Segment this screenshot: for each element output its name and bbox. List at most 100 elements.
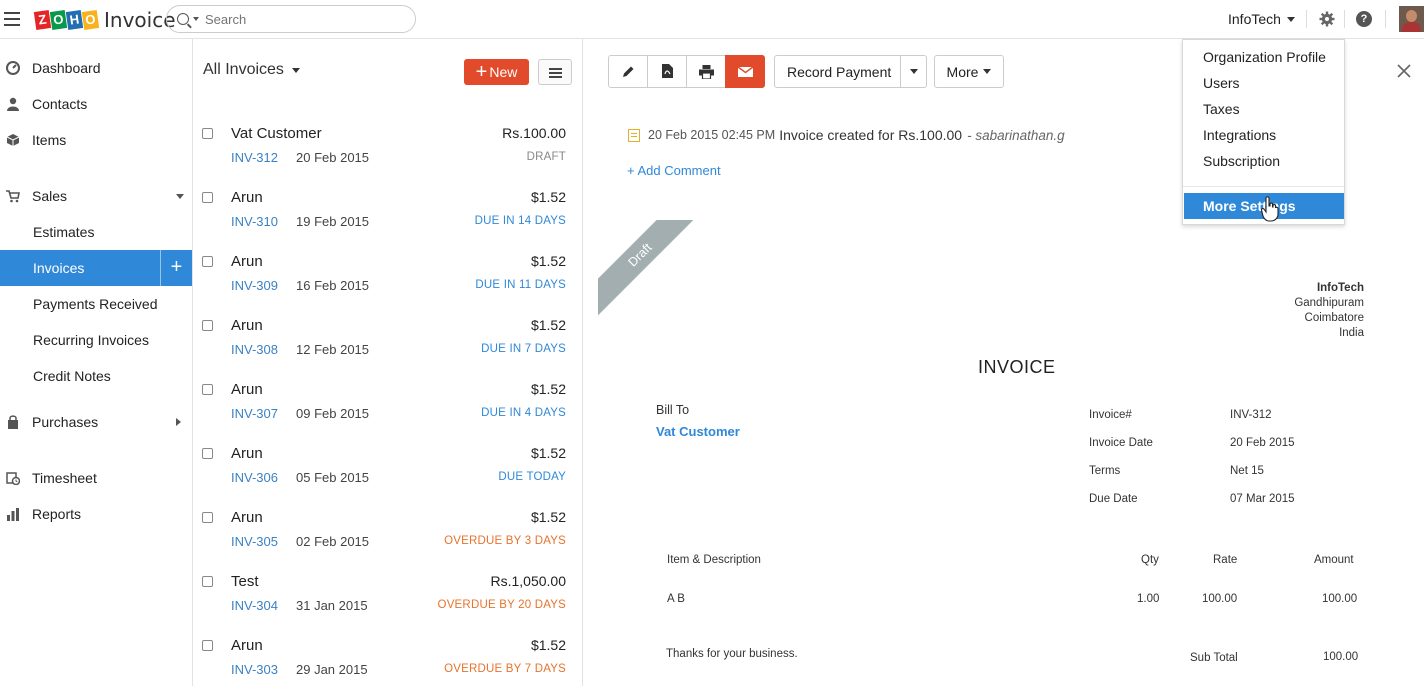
sidebar-item-invoices[interactable]: Invoices + <box>0 250 192 286</box>
gear-icon[interactable] <box>1319 11 1335 27</box>
sidebar-item-dashboard[interactable]: Dashboard <box>0 50 192 86</box>
activity-text: Invoice created for Rs.100.00 <box>779 127 963 143</box>
search-input[interactable] <box>205 11 385 27</box>
row-checkbox[interactable] <box>202 192 213 203</box>
sidebar-item-label: Credit Notes <box>33 368 111 384</box>
customer-name: Arun <box>231 445 263 462</box>
invoice-amount: $1.52 <box>530 317 566 333</box>
table-row[interactable]: Arun INV-305 02 Feb 2015 $1.52 OVERDUE B… <box>193 492 582 556</box>
sidebar-item-reports[interactable]: Reports <box>0 496 192 532</box>
record-payment-button[interactable]: Record Payment <box>774 55 927 88</box>
add-comment-link[interactable]: + Add Comment <box>627 163 721 178</box>
logo-letter: O <box>81 10 100 30</box>
divider <box>1385 10 1386 28</box>
add-invoice-button[interactable]: + <box>160 250 192 286</box>
record-payment-dropdown[interactable] <box>900 56 927 87</box>
chevron-right-icon[interactable] <box>176 418 181 426</box>
search-icon[interactable] <box>177 13 189 25</box>
email-button[interactable] <box>725 55 765 88</box>
customer-name: Arun <box>231 637 263 654</box>
invoice-number-link[interactable]: INV-308 <box>231 342 278 357</box>
customer-name: Test <box>231 573 259 590</box>
invoice-number-link[interactable]: INV-305 <box>231 534 278 549</box>
meta-value: 07 Mar 2015 <box>1230 493 1295 505</box>
sidebar-item-timesheet[interactable]: Timesheet <box>0 460 192 496</box>
sidebar-item-purchases[interactable]: Purchases <box>0 404 192 440</box>
menu-item-integrations[interactable]: Integrations <box>1203 127 1276 143</box>
more-button[interactable]: More <box>934 55 1004 88</box>
activity-user: - sabarinathan.g <box>967 127 1065 143</box>
chevron-down-icon <box>1286 16 1295 22</box>
chevron-down-icon[interactable] <box>193 17 199 21</box>
invoice-number-link[interactable]: INV-304 <box>231 598 278 613</box>
sidebar-item-contacts[interactable]: Contacts <box>0 86 192 122</box>
printer-icon <box>699 65 714 79</box>
invoice-date: 31 Jan 2015 <box>296 598 368 613</box>
table-row[interactable]: Arun INV-309 16 Feb 2015 $1.52 DUE IN 11… <box>193 236 582 300</box>
menu-item-organization-profile[interactable]: Organization Profile <box>1203 49 1326 65</box>
customer-name: Arun <box>231 381 263 398</box>
activity-log-entry: 20 Feb 2015 02:45 PM Invoice created for… <box>628 127 1065 143</box>
sidebar-item-estimates[interactable]: Estimates <box>0 214 192 250</box>
invoice-filter-dropdown[interactable]: All Invoices <box>203 61 300 79</box>
hamburger-menu-icon[interactable] <box>4 12 20 26</box>
zoho-invoice-logo[interactable]: Z O H O Invoice <box>33 8 176 32</box>
search-box[interactable] <box>166 5 416 33</box>
invoice-number-link[interactable]: INV-310 <box>231 214 278 229</box>
chevron-down-icon[interactable] <box>176 194 184 199</box>
invoice-number-link[interactable]: INV-312 <box>231 150 278 165</box>
menu-item-subscription[interactable]: Subscription <box>1203 153 1280 169</box>
invoice-number-link[interactable]: INV-306 <box>231 470 278 485</box>
sidebar-item-credit-notes[interactable]: Credit Notes <box>0 358 192 394</box>
avatar[interactable] <box>1399 6 1424 32</box>
print-button[interactable] <box>686 55 726 88</box>
table-row[interactable]: Arun INV-303 29 Jan 2015 $1.52 OVERDUE B… <box>193 620 582 684</box>
invoice-amount: $1.52 <box>530 381 566 397</box>
row-checkbox[interactable] <box>202 320 213 331</box>
row-checkbox[interactable] <box>202 448 213 459</box>
row-checkbox[interactable] <box>202 128 213 139</box>
sidebar-item-recurring-invoices[interactable]: Recurring Invoices <box>0 322 192 358</box>
table-row[interactable]: Arun INV-310 19 Feb 2015 $1.52 DUE IN 14… <box>193 172 582 236</box>
invoice-number-link[interactable]: INV-309 <box>231 278 278 293</box>
sidebar-item-label: Timesheet <box>32 470 97 486</box>
invoice-date: 05 Feb 2015 <box>296 470 370 485</box>
help-icon[interactable]: ? <box>1356 11 1372 27</box>
row-checkbox[interactable] <box>202 640 213 651</box>
sidebar-item-items[interactable]: Items <box>0 122 192 158</box>
subtotal-label: Sub Total <box>1190 652 1238 664</box>
logo-letter: O <box>49 10 68 30</box>
table-row[interactable]: Arun INV-308 12 Feb 2015 $1.52 DUE IN 7 … <box>193 300 582 364</box>
record-payment-label: Record Payment <box>787 64 892 80</box>
table-row[interactable]: Vat Customer INV-312 20 Feb 2015 Rs.100.… <box>193 108 582 172</box>
invoice-amount: $1.52 <box>530 189 566 205</box>
status-badge: OVERDUE BY 7 DAYS <box>444 663 566 675</box>
table-row[interactable]: Test INV-304 31 Jan 2015 Rs.1,050.00 OVE… <box>193 556 582 620</box>
customer-name-link[interactable]: Vat Customer <box>656 424 740 439</box>
row-checkbox[interactable] <box>202 384 213 395</box>
menu-item-taxes[interactable]: Taxes <box>1203 101 1240 117</box>
sidebar-item-payments-received[interactable]: Payments Received <box>0 286 192 322</box>
invoice-amount: $1.52 <box>530 253 566 269</box>
filter-label: All Invoices <box>203 61 284 78</box>
bar-chart-icon <box>7 508 19 521</box>
invoice-number-link[interactable]: INV-303 <box>231 662 278 677</box>
list-options-button[interactable] <box>538 59 572 85</box>
row-checkbox[interactable] <box>202 256 213 267</box>
invoice-number-link[interactable]: INV-307 <box>231 406 278 421</box>
edit-button[interactable] <box>608 55 648 88</box>
invoice-amount: $1.52 <box>530 445 566 461</box>
table-row[interactable]: Arun INV-307 09 Feb 2015 $1.52 DUE IN 4 … <box>193 364 582 428</box>
org-switcher[interactable]: InfoTech <box>1228 11 1295 27</box>
app-name: Invoice <box>104 8 176 32</box>
menu-item-label: More Settings <box>1203 198 1296 214</box>
pdf-button[interactable] <box>647 55 687 88</box>
row-checkbox[interactable] <box>202 576 213 587</box>
close-icon[interactable] <box>1396 63 1412 79</box>
row-checkbox[interactable] <box>202 512 213 523</box>
sidebar-item-sales[interactable]: Sales <box>0 178 192 214</box>
address-line: Gandhipuram <box>1294 297 1364 309</box>
menu-item-users[interactable]: Users <box>1203 75 1240 91</box>
new-invoice-button[interactable]: + New <box>464 59 529 85</box>
table-row[interactable]: Arun INV-306 05 Feb 2015 $1.52 DUE TODAY <box>193 428 582 492</box>
